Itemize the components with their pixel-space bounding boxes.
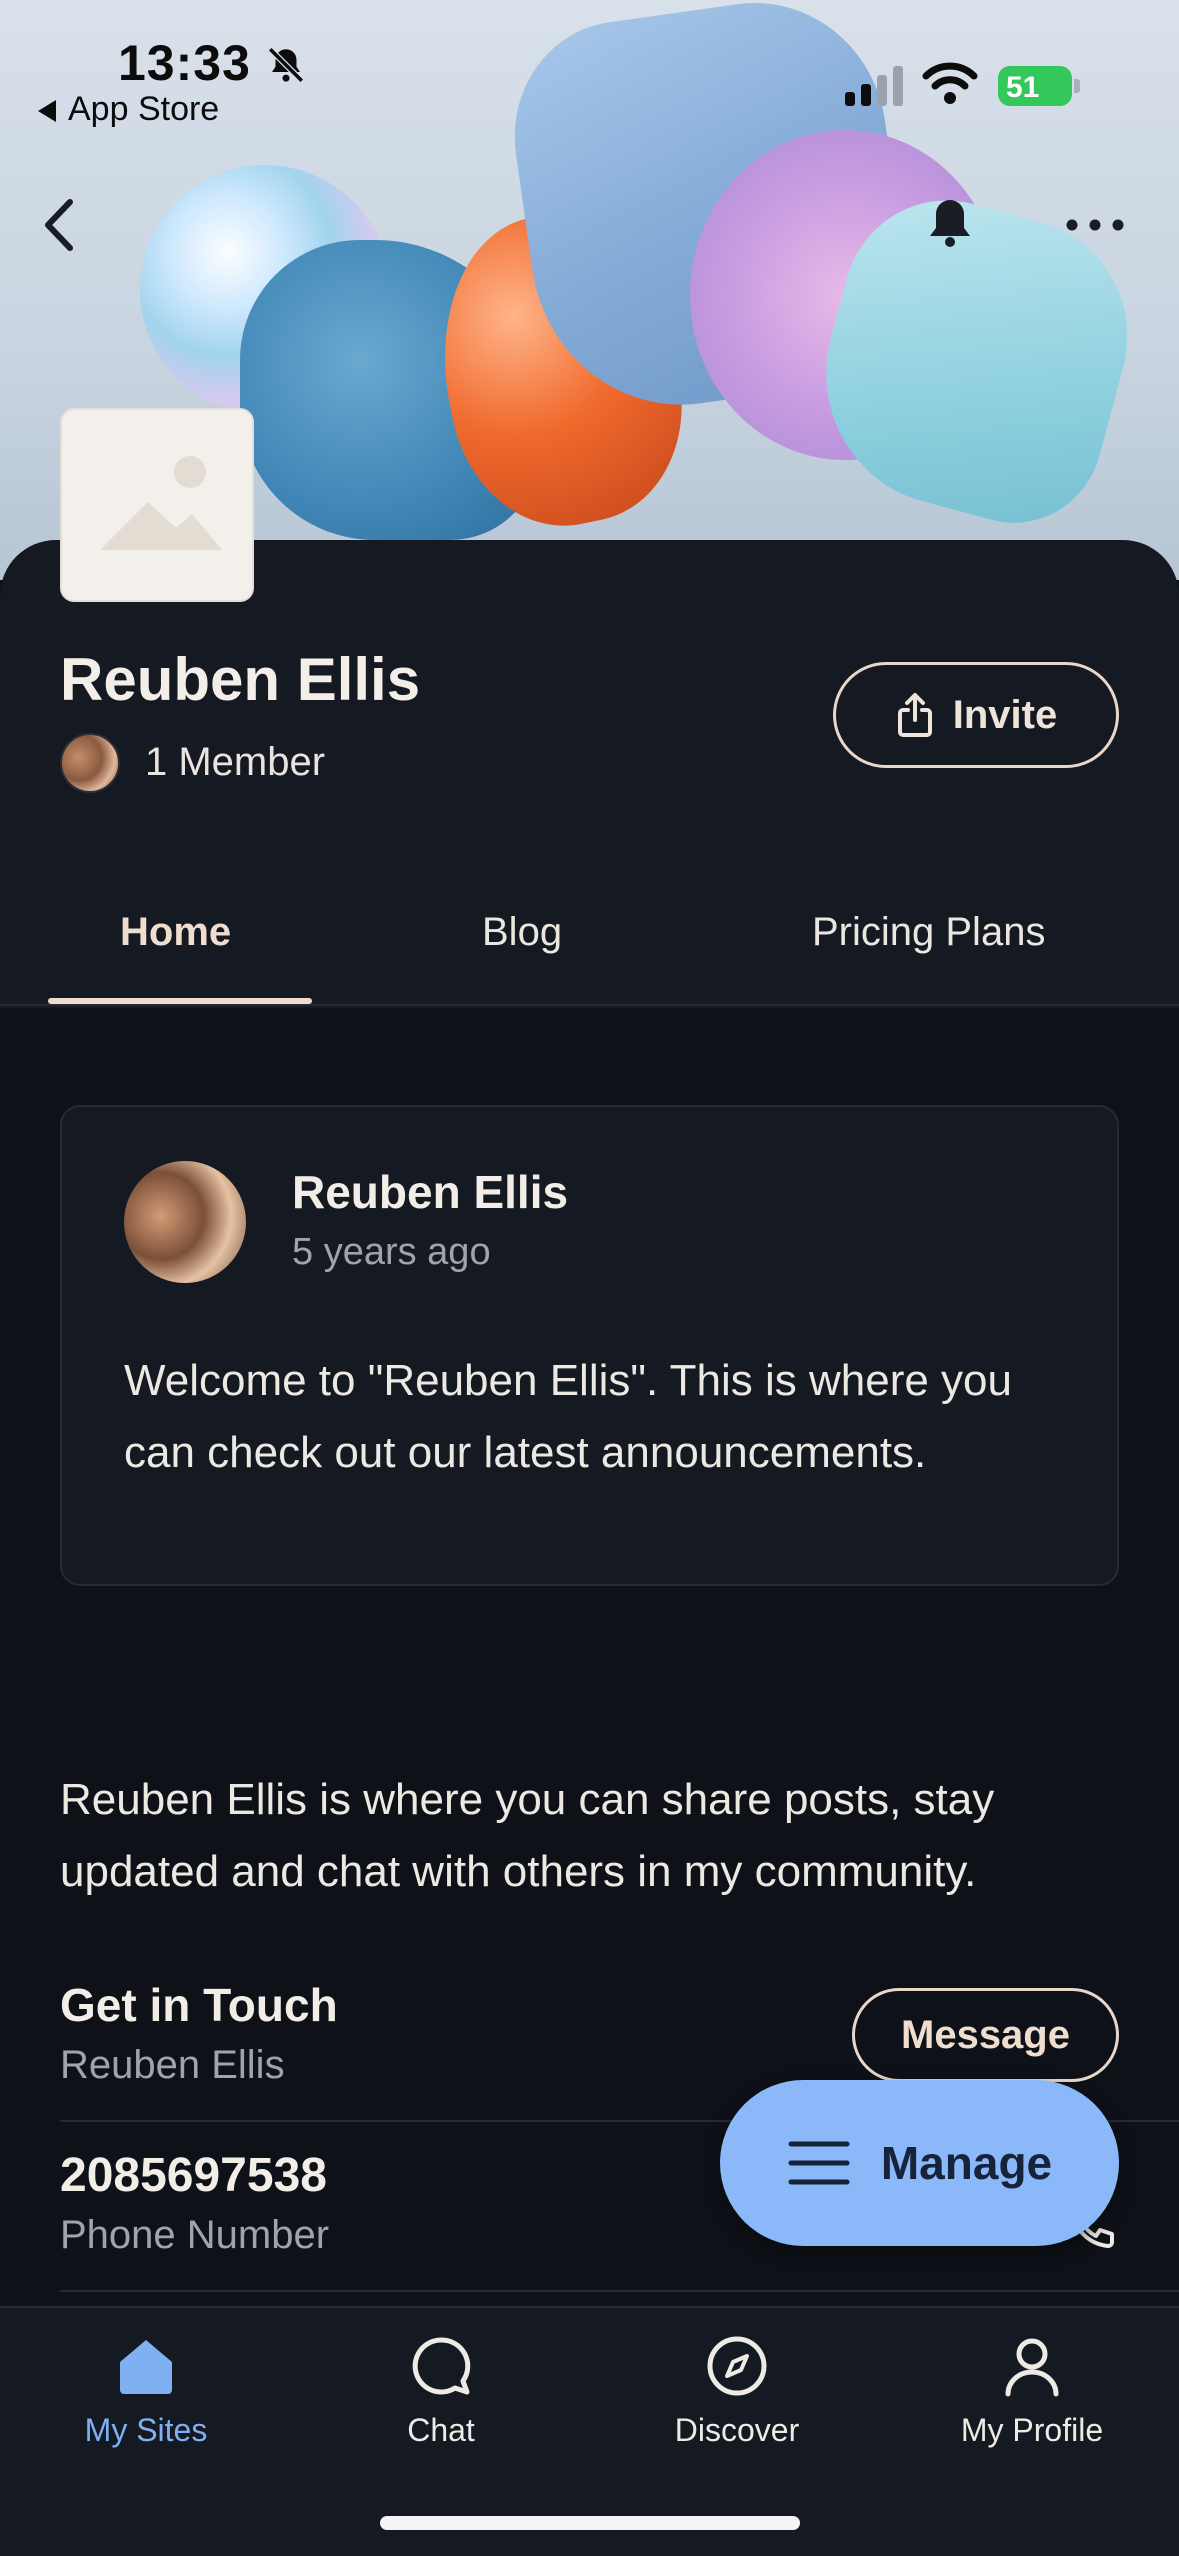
manage-button[interactable]: Manage: [720, 2080, 1119, 2246]
message-label: Message: [901, 2012, 1070, 2057]
nav-my-profile-label: My Profile: [960, 2412, 1104, 2448]
more-options-icon[interactable]: [1060, 200, 1130, 250]
group-title: Reuben Ellis: [60, 646, 421, 713]
active-tab-indicator: [48, 998, 312, 1004]
compass-icon: [707, 2336, 767, 2396]
manage-label: Manage: [880, 2137, 1053, 2189]
get-in-touch-title: Get in Touch: [60, 1979, 338, 2031]
status-time: 13:33: [118, 35, 251, 91]
tab-pricing-plans[interactable]: Pricing Plans: [812, 910, 1045, 955]
chat-icon: [412, 2337, 471, 2395]
status-bar: 13:33 App Store 51: [0, 0, 1179, 140]
nav-chat-label: Chat: [407, 2412, 475, 2448]
announcement-post[interactable]: Reuben Ellis 5 years ago Welcome to "Reu…: [60, 1105, 1119, 1586]
invite-label: Invite: [952, 692, 1058, 737]
battery-icon: 51: [998, 66, 1080, 106]
tab-blog[interactable]: Blog: [482, 910, 562, 955]
tab-bar: Home Blog Pricing Plans: [0, 880, 1179, 1006]
back-triangle-icon: [38, 100, 56, 123]
back-chevron-icon[interactable]: [30, 190, 90, 260]
post-body: Welcome to "Reuben Ellis". This is where…: [124, 1356, 1012, 1477]
nav-discover[interactable]: Discover: [617, 2334, 857, 2449]
phone-divider: [60, 2290, 1179, 2292]
silent-mode-icon: [268, 47, 304, 83]
nav-my-profile[interactable]: My Profile: [912, 2334, 1152, 2449]
home-icon: [120, 2340, 172, 2394]
battery-level: 51: [1006, 71, 1040, 104]
nav-my-sites-label: My Sites: [84, 2412, 208, 2448]
nav-my-sites[interactable]: My Sites: [26, 2334, 266, 2449]
message-button[interactable]: Message: [852, 1988, 1119, 2082]
group-logo-placeholder[interactable]: [60, 408, 254, 602]
invite-button[interactable]: Invite: [833, 662, 1119, 768]
nav-chat[interactable]: Chat: [321, 2334, 561, 2449]
phone-number-label: Phone Number: [60, 2213, 330, 2257]
member-count[interactable]: 1 Member: [145, 740, 325, 785]
share-icon: [897, 693, 932, 737]
phone-number[interactable]: 2085697538: [60, 2148, 327, 2203]
notifications-bell-icon[interactable]: [920, 190, 980, 260]
contact-name: Reuben Ellis: [60, 2043, 285, 2087]
post-author-avatar[interactable]: [124, 1161, 246, 1283]
person-icon: [1005, 2338, 1059, 2397]
tab-home[interactable]: Home: [120, 910, 231, 955]
home-indicator[interactable]: [380, 2516, 800, 2530]
back-to-app-link[interactable]: App Store: [38, 90, 219, 129]
image-placeholder-icon: [100, 456, 222, 550]
menu-icon: [788, 2141, 850, 2185]
back-app-label: App Store: [68, 90, 220, 128]
wifi-icon: [922, 62, 978, 104]
about-description: Reuben Ellis is where you can share post…: [60, 1775, 995, 1896]
post-timestamp: 5 years ago: [292, 1231, 491, 1273]
post-author-name[interactable]: Reuben Ellis: [292, 1165, 568, 1219]
member-avatar: [60, 733, 120, 793]
cellular-signal-icon: [845, 66, 903, 106]
nav-discover-label: Discover: [674, 2412, 800, 2448]
